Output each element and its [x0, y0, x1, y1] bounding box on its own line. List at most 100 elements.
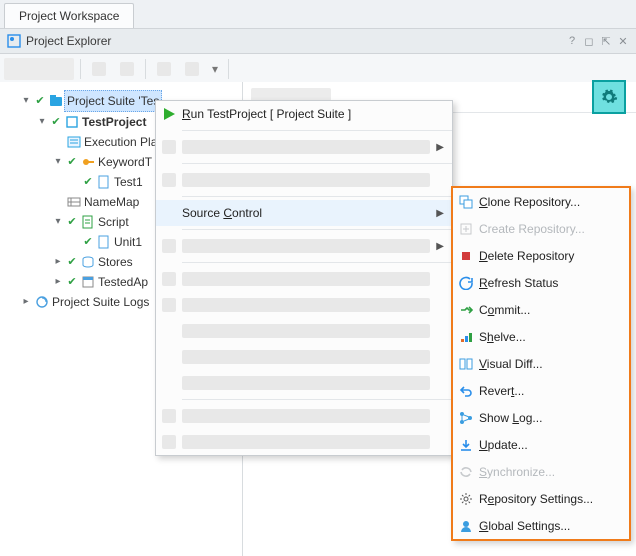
expand-icon[interactable]: ▸	[20, 292, 32, 312]
submenu-arrow-icon: ▶	[436, 233, 444, 259]
gear-icon	[600, 88, 618, 106]
workspace-tab-project[interactable]: Project Workspace	[4, 3, 134, 28]
check-icon: ✔	[50, 112, 62, 132]
expand-icon[interactable]: ▾	[20, 91, 32, 111]
panel-pin-icon[interactable]: ⇱	[599, 35, 613, 48]
menu-item-commit[interactable]: Commit...	[453, 296, 629, 323]
menu-label: Source Control	[182, 206, 452, 220]
tree-label: KeywordT	[98, 152, 152, 172]
menu-item-placeholder[interactable]	[156, 403, 452, 429]
menu-placeholder	[182, 376, 430, 390]
toolbar-button[interactable]	[115, 57, 139, 81]
menu-label: Visual Diff...	[479, 357, 629, 371]
menu-item-visualdiff[interactable]: Visual Diff...	[453, 350, 629, 377]
check-icon: ✔	[34, 91, 46, 111]
menu-item-update[interactable]: Update...	[453, 431, 629, 458]
project-icon	[64, 114, 80, 130]
menu-item-globalsettings[interactable]: Global Settings...	[453, 512, 629, 539]
execution-plan-icon	[66, 134, 82, 150]
logs-icon	[34, 294, 50, 310]
menu-item-run[interactable]: Run TestProject [ Project Suite ]	[156, 101, 452, 127]
panel-close-icon[interactable]: ✕	[616, 35, 630, 48]
menu-item-placeholder[interactable]	[156, 292, 452, 318]
menu-item-shelve[interactable]: Shelve...	[453, 323, 629, 350]
diff-icon	[453, 357, 479, 371]
menu-item-clone[interactable]: Clone Repository...	[453, 188, 629, 215]
explorer-toolbar: ▾	[0, 54, 636, 85]
menu-item-placeholder[interactable]: ▶	[156, 233, 452, 259]
expand-icon[interactable]: ▾	[36, 112, 48, 132]
expand-icon[interactable]: ▸	[52, 252, 64, 272]
suite-icon	[48, 93, 64, 109]
menu-item-placeholder[interactable]	[156, 370, 452, 396]
tree-label: TestedAp	[98, 272, 148, 292]
refresh-icon	[453, 276, 479, 290]
play-icon	[156, 107, 182, 121]
script-icon	[80, 214, 96, 230]
menu-separator	[182, 163, 452, 164]
toolbar-placeholder	[4, 58, 74, 80]
menu-item-source-control[interactable]: Source Control ▶	[156, 200, 452, 226]
tree-label: Stores	[98, 252, 133, 272]
tree-label: Project Suite 'Tes	[64, 90, 162, 112]
placeholder-icon	[162, 272, 176, 286]
menu-placeholder	[182, 173, 430, 187]
panel-header: Project Explorer ? ◻ ⇱ ✕	[0, 29, 636, 54]
menu-placeholder	[182, 324, 430, 338]
settings-badge[interactable]	[592, 80, 626, 114]
testedapp-icon	[80, 274, 96, 290]
menu-separator	[182, 229, 452, 230]
stores-icon	[80, 254, 96, 270]
menu-item-placeholder[interactable]	[156, 318, 452, 344]
menu-item-reposettings[interactable]: Repository Settings...	[453, 485, 629, 512]
menu-label: Run TestProject [ Project Suite ]	[182, 107, 452, 121]
toolbar-button[interactable]	[152, 57, 176, 81]
placeholder-icon	[162, 140, 176, 154]
placeholder-icon	[162, 173, 176, 187]
keyword-icon	[80, 154, 96, 170]
submenu-arrow-icon: ▶	[436, 134, 444, 160]
shelve-icon	[453, 330, 479, 344]
menu-item-sync: Synchronize...	[453, 458, 629, 485]
namemap-icon	[66, 194, 82, 210]
panel-help-icon[interactable]: ?	[565, 35, 579, 48]
tree-label: Test1	[114, 172, 143, 192]
menu-item-placeholder[interactable]	[156, 167, 452, 193]
toolbar-dropdown-icon[interactable]: ▾	[208, 62, 222, 76]
menu-item-placeholder[interactable]	[156, 429, 452, 455]
context-menu: Run TestProject [ Project Suite ] ▶ Sour…	[155, 100, 453, 456]
menu-item-placeholder[interactable]	[156, 344, 452, 370]
placeholder-icon	[162, 298, 176, 312]
menu-item-refresh[interactable]: Refresh Status	[453, 269, 629, 296]
user-settings-icon	[453, 519, 479, 533]
expand-icon[interactable]: ▾	[52, 152, 64, 172]
panel-window-icon[interactable]: ◻	[582, 35, 596, 48]
menu-separator	[182, 399, 452, 400]
toolbar-button[interactable]	[180, 57, 204, 81]
panel-title: Project Explorer	[26, 34, 111, 48]
menu-item-delete[interactable]: Delete Repository	[453, 242, 629, 269]
menu-item-revert[interactable]: Revert...	[453, 377, 629, 404]
tree-label: TestProject	[82, 112, 146, 132]
menu-label: Create Repository...	[479, 222, 629, 236]
menu-placeholder	[182, 298, 430, 312]
toolbar-separator	[80, 59, 81, 79]
menu-item-placeholder[interactable]	[156, 266, 452, 292]
toolbar-separator	[145, 59, 146, 79]
tree-label: Script	[98, 212, 129, 232]
create-icon	[453, 222, 479, 236]
sync-icon	[453, 465, 479, 479]
check-icon: ✔	[66, 272, 78, 292]
expand-icon[interactable]: ▾	[52, 212, 64, 232]
menu-placeholder	[182, 239, 430, 253]
menu-label: Revert...	[479, 384, 629, 398]
menu-label: Synchronize...	[479, 465, 629, 479]
menu-label: Delete Repository	[479, 249, 629, 263]
expand-icon[interactable]: ▸	[52, 272, 64, 292]
menu-item-create: Create Repository...	[453, 215, 629, 242]
menu-item-showlog[interactable]: Show Log...	[453, 404, 629, 431]
toolbar-separator	[228, 59, 229, 79]
check-icon: ✔	[82, 232, 94, 252]
menu-item-placeholder[interactable]: ▶	[156, 134, 452, 160]
toolbar-button[interactable]	[87, 57, 111, 81]
